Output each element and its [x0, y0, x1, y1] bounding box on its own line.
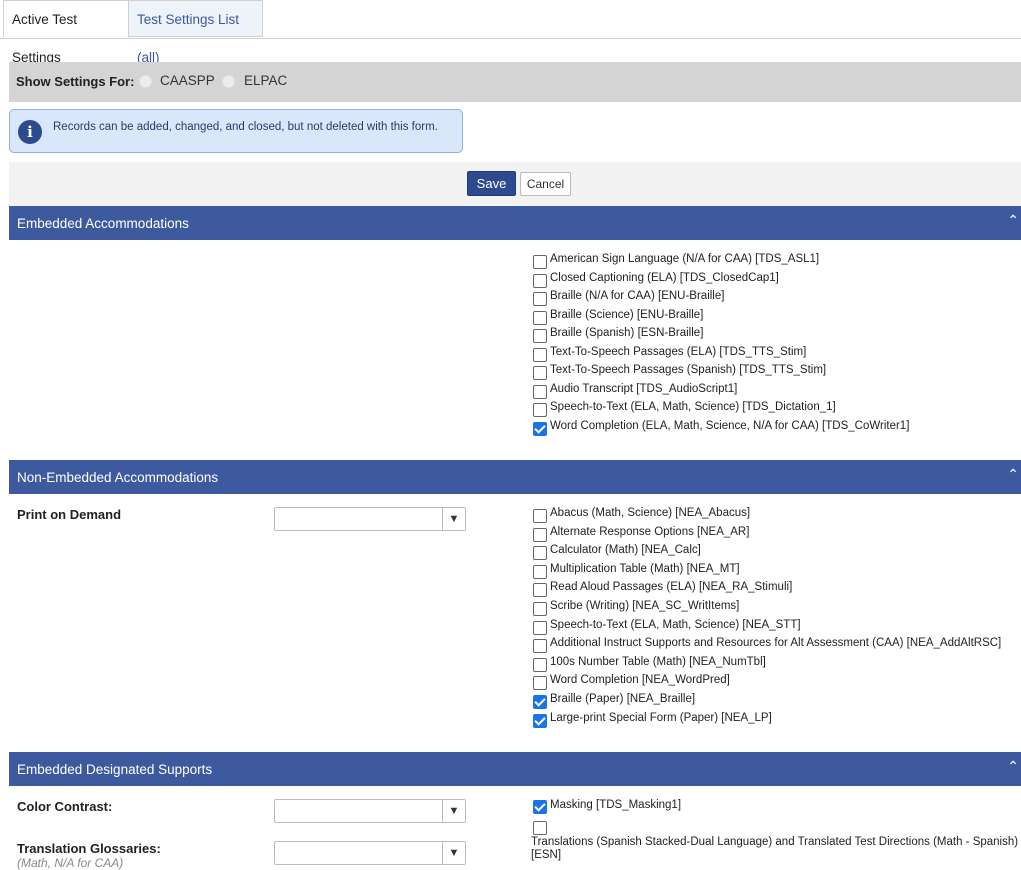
chevron-up-icon[interactable]: ⌃ [1007, 466, 1019, 483]
checkbox-label: Large-print Special Form (Paper) [NEA_LP… [550, 711, 772, 724]
checkbox-label: Closed Captioning (ELA) [TDS_ClosedCap1] [550, 271, 779, 284]
info-text: Records can be added, changed, and close… [53, 121, 438, 133]
color-contrast-label: Color Contrast: [17, 799, 113, 814]
translation-glossaries-label: Translation Glossaries: [17, 841, 161, 856]
checkbox[interactable] [533, 347, 547, 362]
checkbox-label: Braille (Science) [ENU-Braille] [550, 308, 704, 321]
radio-elpac[interactable] [222, 75, 235, 88]
translation-glossaries-note: (Math, N/A for CAA) [17, 856, 124, 870]
section-header-non-embedded-accommodations[interactable]: Non-Embedded Accommodations ⌃ [9, 460, 1021, 494]
section-title: Embedded Designated Supports [17, 762, 213, 777]
checkbox[interactable] [533, 273, 547, 288]
checkbox-label: Scribe (Writing) [NEA_SC_WritItems] [550, 600, 740, 612]
cancel-button[interactable]: Cancel [520, 172, 571, 196]
section-title: Embedded Accommodations [17, 216, 189, 231]
checkbox-label: 100s Number Table (Math) [NEA_NumTbl] [550, 655, 766, 668]
checkbox-translations[interactable] [533, 821, 547, 835]
checkbox[interactable] [533, 421, 547, 436]
checkbox-label: Additional Instruct Supports and Resourc… [550, 637, 1002, 650]
checkbox[interactable] [533, 583, 547, 598]
checkbox-label: Audio Transcript [TDS_AudioScript1] [550, 382, 738, 395]
checkbox-label: Abacus (Math, Science) [NEA_Abacus] [550, 507, 751, 519]
checkbox-label: Text-To-Speech Passages (Spanish) [TDS_T… [550, 364, 827, 376]
show-settings-bar: Show Settings For: CAASPP ELPAC [9, 62, 1021, 102]
checkbox-label: Alternate Response Options [NEA_AR] [550, 525, 750, 538]
radio-elpac-label[interactable]: ELPAC [244, 73, 287, 88]
checkbox-label: Word Completion [NEA_WordPred] [550, 674, 730, 687]
chevron-up-icon[interactable]: ⌃ [1007, 758, 1019, 775]
show-settings-label: Show Settings For: [16, 74, 135, 89]
section-header-embedded-accommodations[interactable]: Embedded Accommodations ⌃ [9, 206, 1021, 240]
button-bar: Save Cancel [9, 162, 1021, 206]
checkbox[interactable] [533, 384, 547, 399]
checkbox[interactable] [533, 676, 547, 691]
info-message: i Records can be added, changed, and clo… [9, 109, 463, 153]
checkbox-label: Translations (Spanish Stacked-Dual Langu… [531, 836, 1019, 861]
chevron-up-icon[interactable]: ⌃ [1007, 212, 1019, 229]
checkbox-label: Speech-to-Text (ELA, Math, Science) [TDS… [550, 401, 836, 413]
checkbox-label: Multiplication Table (Math) [NEA_MT] [550, 562, 740, 575]
checkbox[interactable] [533, 546, 547, 561]
checkbox[interactable] [533, 639, 547, 654]
checkbox[interactable] [533, 366, 547, 380]
checkbox-label: Read Aloud Passages (ELA) [NEA_RA_Stimul… [550, 581, 793, 594]
checkbox[interactable] [533, 292, 547, 306]
radio-caaspp[interactable] [139, 75, 152, 88]
checkbox-label: Speech-to-Text (ELA, Math, Science) [NEA… [550, 618, 801, 631]
color-contrast-select[interactable]: ▼ [274, 799, 466, 823]
radio-caaspp-label[interactable]: CAASPP [160, 73, 215, 88]
checkbox-label: American Sign Language (N/A for CAA) [TD… [550, 253, 820, 265]
checkbox[interactable] [533, 620, 547, 635]
checkbox-label: Masking [TDS_Masking1] [550, 799, 682, 811]
checkbox[interactable] [533, 310, 547, 325]
section-header-embedded-designated-supports[interactable]: Embedded Designated Supports ⌃ [9, 752, 1021, 786]
checkbox[interactable] [533, 255, 547, 269]
dropdown-arrow-icon[interactable]: ▼ [442, 800, 465, 822]
checkbox-label: Calculator (Math) [NEA_Calc] [550, 544, 701, 557]
checkbox[interactable] [533, 602, 547, 616]
checkbox-label: Braille (Spanish) [ESN-Braille] [550, 327, 704, 339]
info-icon: i [18, 120, 42, 144]
checkbox[interactable] [533, 564, 547, 579]
checkbox[interactable] [533, 403, 547, 417]
checkbox[interactable] [533, 527, 547, 542]
dropdown-arrow-icon[interactable]: ▼ [442, 842, 465, 864]
checkbox-label: Word Completion (ELA, Math, Science, N/A… [550, 419, 910, 432]
print-on-demand-select[interactable]: ▼ [274, 507, 466, 531]
section-title: Non-Embedded Accommodations [17, 470, 219, 485]
checkbox[interactable] [533, 509, 547, 523]
print-on-demand-label: Print on Demand [17, 507, 122, 522]
checkbox[interactable] [533, 713, 547, 728]
tab-active-test-settings[interactable]: Active Test Settings [3, 0, 129, 65]
tab-bar: Active Test Settings Test Settings List … [0, 0, 1021, 65]
checkbox-label: Braille (N/A for CAA) [ENU-Braille] [550, 290, 725, 302]
save-button[interactable]: Save [467, 171, 516, 196]
translation-glossaries-select[interactable]: ▼ [274, 841, 466, 865]
checkbox-label: Text-To-Speech Passages (ELA) [TDS_TTS_S… [550, 345, 807, 358]
checkbox-masking[interactable] [533, 800, 547, 814]
tab-test-settings-list[interactable]: Test Settings List (all) [129, 0, 263, 65]
checkbox[interactable] [533, 657, 547, 672]
checkbox[interactable] [533, 695, 547, 709]
checkbox-label: Braille (Paper) [NEA_Braille] [550, 693, 696, 705]
checkbox[interactable] [533, 329, 547, 343]
dropdown-arrow-icon[interactable]: ▼ [442, 508, 465, 530]
